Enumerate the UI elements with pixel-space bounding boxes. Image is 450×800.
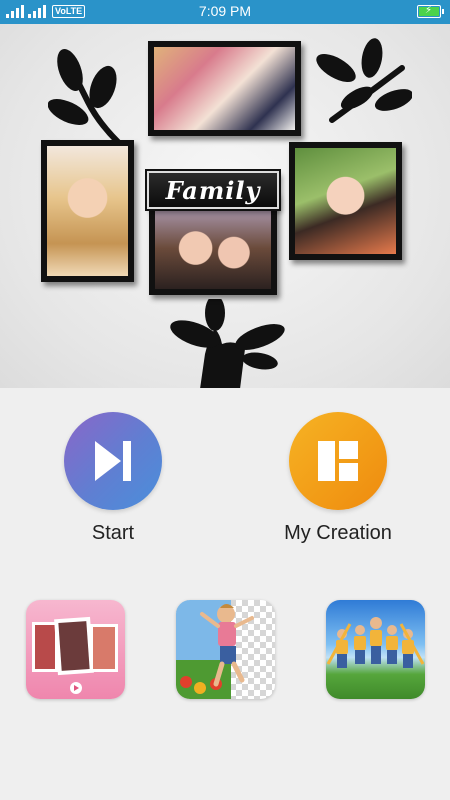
family-plaque: Family [147, 171, 279, 209]
cut-paste-photo-icon [176, 600, 254, 699]
layout-grid-icon [289, 412, 387, 510]
play-next-icon [64, 412, 162, 510]
my-creation-label: My Creation [284, 522, 392, 544]
family-frame-banner: Family [0, 24, 450, 388]
leaf-branch-icon [316, 38, 412, 123]
tree-silhouette-icon [170, 299, 285, 388]
photo-frame-couple [148, 41, 301, 136]
photo-frame-left [41, 140, 134, 282]
start-button[interactable]: Start [43, 412, 183, 545]
photo-collage-video-icon [32, 616, 118, 694]
battery-charging-icon: ⚡ [417, 5, 444, 18]
photo-collage-video-tile[interactable] [26, 600, 125, 699]
status-time: 7:09 PM [198, 3, 252, 19]
cut-paste-photo-tile[interactable] [176, 600, 275, 699]
my-creation-button[interactable]: My Creation [268, 412, 408, 545]
leaf-branch-icon [48, 48, 121, 145]
plaque-text: Family [165, 175, 261, 205]
start-label: Start [91, 522, 135, 544]
photo-frame-right [289, 142, 402, 260]
mirror-photo-tile[interactable] [326, 600, 425, 699]
status-bar: VoLTE 7:09 PM ⚡ [0, 0, 450, 24]
mirror-photo-icon [326, 617, 425, 668]
